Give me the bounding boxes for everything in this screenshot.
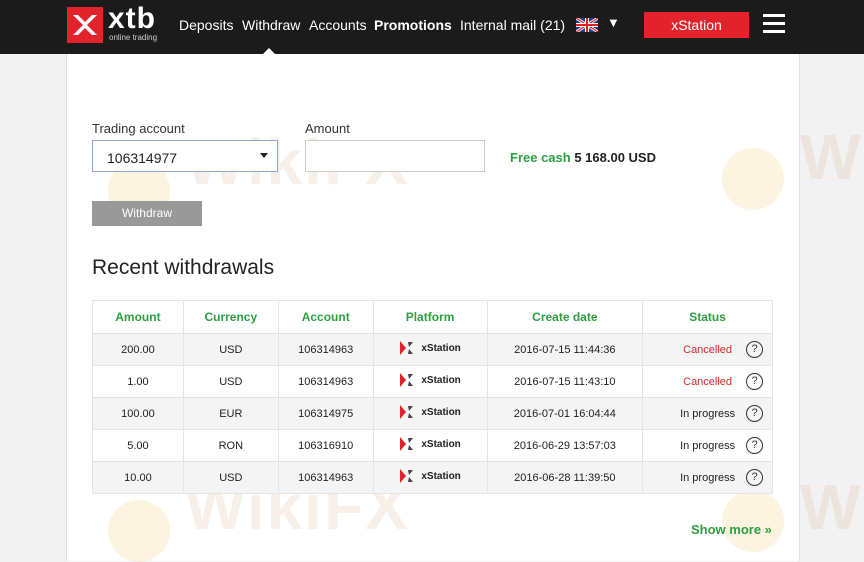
column-header-create-date: Create date [486,300,644,334]
xstation-logo-icon [400,437,414,451]
help-question-icon[interactable]: ? [746,437,763,454]
mail-count-badge: (21) [540,17,566,33]
column-header-platform: Platform [372,300,488,334]
cell-amount: 1.00 [92,365,184,398]
recent-withdrawals-title: Recent withdrawals [92,256,275,279]
status-text: Cancelled [683,343,733,356]
cell-create-date: 2016-06-29 13:57:03 [486,429,644,462]
column-header-account: Account [277,300,374,334]
platform-name: xStation [421,438,461,450]
cell-status: In progress? [642,397,773,430]
amount-label: Amount [305,121,350,136]
hamburger-menu-icon[interactable] [763,14,785,34]
cell-account: 106314963 [277,461,374,494]
cell-amount: 200.00 [92,333,184,366]
cell-amount: 100.00 [92,397,184,430]
column-header-currency: Currency [182,300,279,334]
cell-create-date: 2016-07-01 16:04:44 [486,397,644,430]
status-text: Cancelled [683,375,733,388]
cell-status: Cancelled? [642,365,773,398]
amount-input[interactable] [305,140,485,172]
nav-promotions[interactable]: Promotions [374,17,452,33]
nav-accounts[interactable]: Accounts [309,17,367,33]
platform-name: xStation [421,470,461,482]
cell-currency: USD [182,461,279,494]
cell-amount: 10.00 [92,461,184,494]
xstation-logo-icon [400,373,414,387]
help-question-icon[interactable]: ? [746,405,763,422]
cell-currency: EUR [182,397,279,430]
platform-badge: xStation [399,340,461,356]
xstation-logo-icon [400,405,414,419]
show-more-link[interactable]: Show more » [691,522,772,537]
cell-status: Cancelled? [642,333,773,366]
table-row: 200.00 USD 106314963 xStation 2016-07-15 11:… [92,333,773,366]
top-navigation-bar: xtb online trading Deposits Withdraw Acc… [0,0,864,54]
watermark-text: WikiFX [800,471,864,543]
cell-amount: 5.00 [92,429,184,462]
cell-platform: xStation [372,429,488,462]
free-cash-display: Free cash 5 168.00 USD [510,150,656,165]
cell-create-date: 2016-07-15 11:43:10 [486,365,644,398]
trading-account-value: 106314977 [107,150,178,166]
nav-withdraw[interactable]: Withdraw [242,17,300,33]
xstation-logo-icon [400,341,414,355]
table-header-row: Amount Currency Account Platform Create … [92,300,773,334]
cell-platform: xStation [372,461,488,494]
cell-platform: xStation [372,397,488,430]
status-text: In progress [680,407,736,420]
table-row: 1.00 USD 106314963 xStation 2016-07-15 11:43… [92,365,773,398]
xtb-logo-icon[interactable] [67,7,103,43]
withdrawals-table: Amount Currency Account Platform Create … [92,300,773,494]
cell-account: 106316910 [277,429,374,462]
watermark-text: WikiFX [800,121,864,193]
withdraw-button[interactable]: Withdraw [92,201,202,226]
brand-name[interactable]: xtb [108,2,156,36]
platform-name: xStation [421,374,461,386]
nav-internal-mail[interactable]: Internal mail (21) [460,17,565,33]
status-text: In progress [680,439,736,452]
language-dropdown-caret-icon[interactable]: ▼ [607,15,620,30]
nav-deposits[interactable]: Deposits [179,17,233,33]
cell-account: 106314975 [277,397,374,430]
help-question-icon[interactable]: ? [746,341,763,358]
free-cash-label: Free cash [510,150,571,165]
cell-platform: xStation [372,365,488,398]
cell-currency: USD [182,365,279,398]
trading-account-label: Trading account [92,121,185,136]
platform-badge: xStation [399,436,461,452]
platform-name: xStation [421,342,461,354]
table-row: 10.00 USD 106314963 xStation 2016-06-28 11:3… [92,461,773,494]
column-header-status: Status [642,300,773,334]
cell-account: 106314963 [277,333,374,366]
cell-status: In progress? [642,429,773,462]
platform-badge: xStation [399,372,461,388]
cell-create-date: 2016-07-15 11:44:36 [486,333,644,366]
cell-currency: RON [182,429,279,462]
table-row: 5.00 RON 106316910 xStation 2016-06-29 13:57… [92,429,773,462]
status-text: In progress [680,471,736,484]
chevron-down-icon [260,153,268,158]
help-question-icon[interactable]: ? [746,469,763,486]
platform-badge: xStation [399,404,461,420]
free-cash-value: 5 168.00 USD [574,150,656,165]
cell-create-date: 2016-06-28 11:39:50 [486,461,644,494]
trading-account-select[interactable]: 106314977 [92,140,278,172]
cell-account: 106314963 [277,365,374,398]
column-header-amount: Amount [92,300,184,334]
brand-tagline: online trading [109,33,158,42]
help-question-icon[interactable]: ? [746,373,763,390]
platform-name: xStation [421,406,461,418]
platform-badge: xStation [399,468,461,484]
internal-mail-label: Internal mail [460,17,537,33]
cell-status: In progress? [642,461,773,494]
cell-currency: USD [182,333,279,366]
xstation-button[interactable]: xStation [644,12,749,38]
xstation-logo-icon [400,469,414,483]
table-row: 100.00 EUR 106314975 xStation 2016-07-01 16:… [92,397,773,430]
uk-flag-icon[interactable] [576,18,598,32]
cell-platform: xStation [372,333,488,366]
